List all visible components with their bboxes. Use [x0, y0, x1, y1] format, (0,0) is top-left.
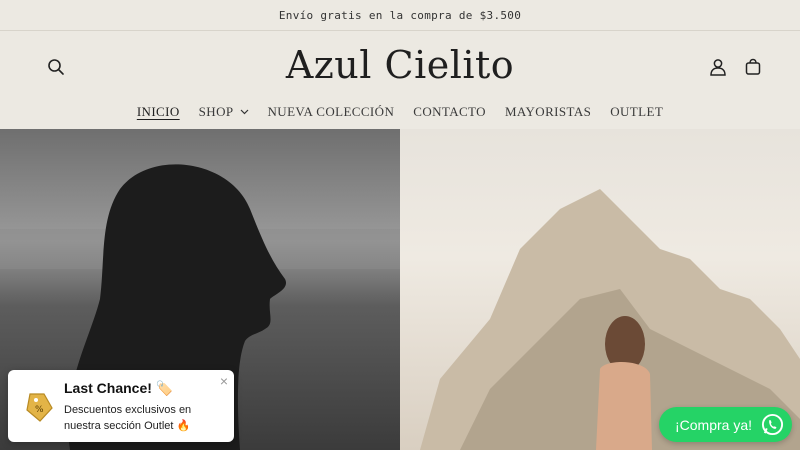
svg-text:%: % — [35, 405, 44, 415]
nav-item-nueva-coleccion[interactable]: NUEVA COLECCIÓN — [268, 104, 395, 120]
site-header: Azul Cielito INICIO SHOP NUEVA COLECCIÓN… — [0, 31, 800, 130]
promo-popup: % Last Chance! 🏷️ Descuentos exclusivos … — [8, 370, 234, 442]
cart-icon — [745, 58, 761, 75]
nav-item-label: CONTACTO — [413, 104, 486, 119]
account-button[interactable] — [706, 55, 730, 79]
popup-text: Descuentos exclusivos en nuestra sección… — [64, 404, 192, 432]
whatsapp-label: ¡Compra ya! — [675, 416, 753, 433]
main-nav: INICIO SHOP NUEVA COLECCIÓN CONTACTO MAY… — [0, 104, 800, 120]
nav-item-label: SHOP — [198, 104, 234, 119]
nav-item-label: MAYORISTAS — [504, 104, 592, 119]
nav-item-inicio[interactable]: INICIO — [137, 104, 180, 120]
announcement-text: Envío gratis en la compra de $3.500 — [278, 8, 522, 22]
announcement-bar: Envío gratis en la compra de $3.500 — [0, 0, 800, 31]
tag-icon: % — [26, 393, 53, 422]
account-icon — [710, 59, 726, 76]
whatsapp-icon — [761, 413, 784, 436]
popup-title: Last Chance! 🏷️ — [64, 380, 174, 396]
popup-close-button[interactable]: × — [220, 373, 228, 389]
nav-item-label: OUTLET — [610, 104, 664, 119]
nav-item-mayoristas[interactable]: MAYORISTAS — [505, 104, 591, 120]
nav-item-label: NUEVA COLECCIÓN — [267, 104, 395, 119]
cart-button[interactable] — [741, 55, 765, 79]
whatsapp-button[interactable]: ¡Compra ya! — [659, 407, 792, 442]
rock-landscape-image — [420, 189, 800, 450]
nav-item-label: INICIO — [136, 104, 180, 119]
nav-item-shop[interactable]: SHOP — [199, 104, 249, 120]
site-logo[interactable]: Azul Cielito — [0, 43, 800, 87]
nav-item-contacto[interactable]: CONTACTO — [413, 104, 486, 120]
hero-image-right — [400, 129, 800, 450]
chevron-down-icon — [240, 109, 248, 115]
nav-item-outlet[interactable]: OUTLET — [610, 104, 663, 120]
